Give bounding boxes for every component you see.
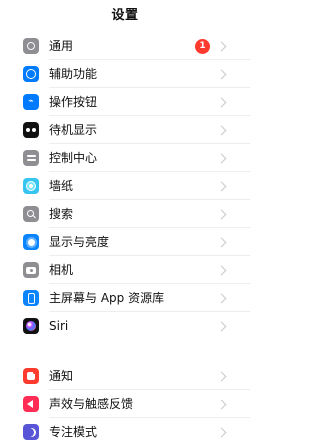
settings-item-search-label: 搜索 [49, 207, 74, 221]
camera-icon [23, 262, 39, 278]
sound-haptics-icon [23, 396, 39, 412]
settings-item-control-center-label: 控制中心 [49, 151, 98, 165]
chevron-right-icon [216, 293, 227, 303]
chevron-right-icon [216, 399, 227, 409]
settings-item-action-button-label: 操作按钮 [49, 95, 98, 109]
settings-item-control-center[interactable]: 控制中心 [0, 144, 250, 172]
settings-item-standby-label: 待机显示 [49, 123, 98, 137]
control-center-icon [23, 150, 39, 166]
display-brightness-icon [23, 234, 39, 250]
wallpaper-icon [23, 178, 39, 194]
chevron-right-icon [216, 125, 227, 135]
settings-section-secondary: 通知 声效与触感反馈 专注模式 [0, 362, 250, 446]
chevron-right-icon [216, 237, 227, 247]
settings-item-general-label: 通用 [49, 39, 74, 53]
accessibility-icon [23, 66, 39, 82]
settings-item-general[interactable]: 通用 1 [0, 32, 250, 60]
settings-item-standby[interactable]: 待机显示 [0, 116, 250, 144]
settings-item-search[interactable]: 搜索 [0, 200, 250, 228]
top-bar: 设置 [0, 0, 250, 24]
gear-icon [23, 38, 39, 54]
chevron-right-icon [216, 69, 227, 79]
settings-item-home-screen-label: 主屏幕与 App 资源库 [49, 291, 165, 305]
chevron-right-icon [216, 97, 227, 107]
home-screen-icon [23, 290, 39, 306]
settings-item-accessibility-label: 辅助功能 [49, 67, 98, 81]
siri-icon [23, 318, 39, 334]
general-update-badge: 1 [195, 38, 210, 54]
settings-item-camera[interactable]: 相机 [0, 256, 250, 284]
chevron-right-icon [216, 41, 227, 51]
settings-item-focus-label: 专注模式 [49, 425, 98, 439]
chevron-right-icon [216, 181, 227, 191]
focus-icon [23, 424, 39, 440]
chevron-right-icon [216, 209, 227, 219]
chevron-right-icon [216, 153, 227, 163]
chevron-right-icon [216, 265, 227, 275]
settings-section-primary: 通用 1 辅助功能 ⌁ 操作按钮 待机显示 控制中心 墙纸 搜索 显示与亮度 相… [0, 32, 250, 340]
settings-item-sound-haptics[interactable]: 声效与触感反馈 [0, 390, 250, 418]
notifications-icon [23, 368, 39, 384]
chevron-right-icon [216, 371, 227, 381]
chevron-right-icon [216, 321, 227, 331]
settings-item-action-button[interactable]: ⌁ 操作按钮 [0, 88, 250, 116]
settings-item-display-brightness[interactable]: 显示与亮度 [0, 228, 250, 256]
settings-item-camera-label: 相机 [49, 263, 74, 277]
settings-item-display-brightness-label: 显示与亮度 [49, 235, 110, 249]
search-icon [23, 206, 39, 222]
settings-item-wallpaper-label: 墙纸 [49, 179, 74, 193]
settings-item-siri-label: Siri [49, 319, 69, 333]
settings-item-sound-haptics-label: 声效与触感反馈 [49, 397, 134, 411]
action-button-icon: ⌁ [23, 94, 39, 110]
standby-icon [23, 122, 39, 138]
chevron-right-icon [216, 427, 227, 437]
settings-item-notifications[interactable]: 通知 [0, 362, 250, 390]
settings-item-siri[interactable]: Siri [0, 312, 250, 340]
settings-item-notifications-label: 通知 [49, 369, 74, 383]
settings-item-wallpaper[interactable]: 墙纸 [0, 172, 250, 200]
settings-item-home-screen[interactable]: 主屏幕与 App 资源库 [0, 284, 250, 312]
page-title: 设置 [111, 7, 139, 23]
settings-item-accessibility[interactable]: 辅助功能 [0, 60, 250, 88]
